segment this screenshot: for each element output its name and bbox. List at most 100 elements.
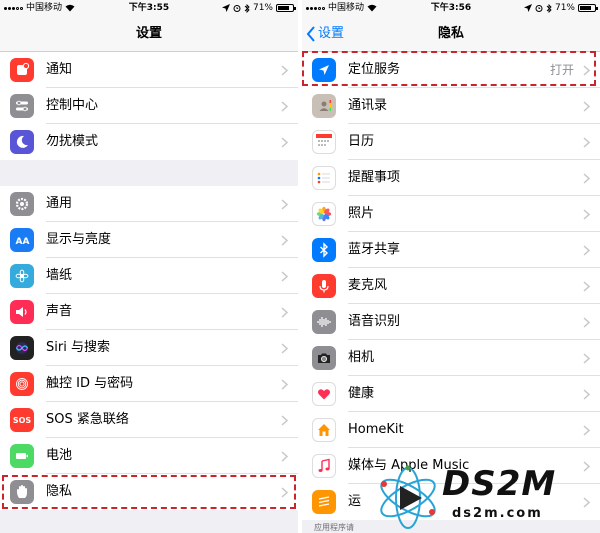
watermark: DS2M ds2m.com <box>372 462 600 533</box>
privacy-item-location-services[interactable]: 定位服务 打开 <box>302 52 600 88</box>
fingerprint-icon <box>10 372 34 396</box>
settings-group-1: 通知 控制中心 勿扰模式 <box>0 52 298 160</box>
settings-item-display[interactable]: AA 显示与亮度 <box>0 222 298 258</box>
location-icon <box>312 58 336 82</box>
privacy-item-label: 相机 <box>348 350 375 365</box>
settings-item-sounds[interactable]: 声音 <box>0 294 298 330</box>
settings-item-label: 通用 <box>46 196 73 211</box>
chevron-right-icon <box>583 389 590 400</box>
settings-item-touch-id[interactable]: 触控 ID 与密码 <box>0 366 298 402</box>
hand-icon <box>10 480 34 504</box>
chevron-right-icon <box>583 173 590 184</box>
privacy-item-label: 日历 <box>348 134 375 149</box>
bluetooth-status-icon <box>546 3 552 13</box>
privacy-item-label: 照片 <box>348 206 375 221</box>
battery-percent: 71% <box>252 3 273 13</box>
settings-item-do-not-disturb[interactable]: 勿扰模式 <box>0 124 298 160</box>
siri-icon <box>10 336 34 360</box>
chevron-right-icon <box>281 415 288 426</box>
settings-item-general[interactable]: 通用 <box>0 186 298 222</box>
microphone-icon <box>312 274 336 298</box>
wallpaper-icon <box>10 264 34 288</box>
privacy-item-label: 蓝牙共享 <box>348 242 401 257</box>
settings-item-wallpaper[interactable]: 墙纸 <box>0 258 298 294</box>
privacy-item-label: 语音识别 <box>348 314 401 329</box>
privacy-item-microphone[interactable]: 麦克风 <box>302 268 600 304</box>
display-icon: AA <box>10 228 34 252</box>
privacy-item-label: 通讯录 <box>348 98 388 113</box>
privacy-item-photos[interactable]: 照片 <box>302 196 600 232</box>
chevron-right-icon <box>281 271 288 282</box>
ds2m-logo-icon <box>380 465 436 529</box>
chevron-right-icon <box>583 317 590 328</box>
settings-item-emergency-sos[interactable]: SOS SOS 紧急联络 <box>0 402 298 438</box>
privacy-item-label: 健康 <box>348 386 375 401</box>
photos-icon <box>312 202 336 226</box>
chevron-right-icon <box>583 137 590 148</box>
watermark-brand: DS2M <box>442 464 557 504</box>
battery-percent: 71% <box>554 3 575 13</box>
chevron-right-icon <box>583 65 590 76</box>
settings-item-notifications[interactable]: 通知 <box>0 52 298 88</box>
privacy-item-calendars[interactable]: 日历 <box>302 124 600 160</box>
chevron-right-icon <box>281 235 288 246</box>
alarm-icon <box>535 5 543 12</box>
chevron-right-icon <box>281 101 288 112</box>
home-icon <box>312 418 336 442</box>
moon-icon <box>10 130 34 154</box>
settings-item-label: SOS 紧急联络 <box>46 412 129 427</box>
privacy-item-camera[interactable]: 相机 <box>302 340 600 376</box>
settings-item-privacy[interactable]: 隐私 <box>0 474 298 510</box>
settings-item-siri[interactable]: Siri 与搜索 <box>0 330 298 366</box>
settings-item-control-center[interactable]: 控制中心 <box>0 88 298 124</box>
status-bar: 中国移动 下午3:56 71% <box>302 0 600 16</box>
chevron-right-icon <box>583 425 590 436</box>
privacy-item-label: HomeKit <box>348 422 404 437</box>
privacy-item-reminders[interactable]: 提醒事项 <box>302 160 600 196</box>
speech-icon <box>312 310 336 334</box>
privacy-item-homekit[interactable]: HomeKit <box>302 412 600 448</box>
notification-icon <box>10 58 34 82</box>
chevron-right-icon <box>281 379 288 390</box>
chevron-right-icon <box>583 281 590 292</box>
privacy-item-label: 定位服务 <box>348 62 401 77</box>
privacy-item-bluetooth-sharing[interactable]: 蓝牙共享 <box>302 232 600 268</box>
section-footer: 应用程序请 <box>314 523 354 532</box>
chevron-right-icon <box>281 343 288 354</box>
reminders-icon <box>312 166 336 190</box>
control-center-icon <box>10 94 34 118</box>
battery-status-icon <box>276 4 296 12</box>
battery-icon <box>10 444 34 468</box>
settings-item-label: 触控 ID 与密码 <box>46 376 134 391</box>
svg-text:AA: AA <box>16 237 30 247</box>
settings-screen: 中国移动 下午3:55 71% 设置 通知 控制中心 勿扰模式 通用 AA 显示… <box>0 0 298 533</box>
gear-icon <box>10 192 34 216</box>
status-bar: 中国移动 下午3:55 71% <box>0 0 298 16</box>
privacy-item-health[interactable]: 健康 <box>302 376 600 412</box>
calendar-icon <box>312 130 336 154</box>
chevron-right-icon <box>583 245 590 256</box>
privacy-item-speech-recognition[interactable]: 语音识别 <box>302 304 600 340</box>
contacts-icon <box>312 94 336 118</box>
settings-item-label: 控制中心 <box>46 98 99 113</box>
settings-item-label: 隐私 <box>46 484 73 499</box>
health-icon <box>312 382 336 406</box>
camera-icon <box>312 346 336 370</box>
chevron-right-icon <box>583 101 590 112</box>
privacy-item-contacts[interactable]: 通讯录 <box>302 88 600 124</box>
chevron-right-icon <box>281 137 288 148</box>
settings-item-label: 墙纸 <box>46 268 73 283</box>
privacy-list: 定位服务 打开 通讯录 日历 提醒事项 照片 蓝牙共享 麦克风 语音识别 相机 … <box>302 52 600 520</box>
nav-bar: 设置 <box>0 16 298 52</box>
chevron-right-icon <box>281 307 288 318</box>
chevron-right-icon <box>281 65 288 76</box>
settings-item-label: 显示与亮度 <box>46 232 112 247</box>
watermark-url: ds2m.com <box>452 506 543 521</box>
settings-group-2: 通用 AA 显示与亮度 墙纸 声音 Siri 与搜索 触控 ID 与密码 SOS… <box>0 186 298 510</box>
settings-item-label: 电池 <box>46 448 73 463</box>
privacy-item-label: 提醒事项 <box>348 170 401 185</box>
page-title: 隐私 <box>437 26 464 41</box>
alarm-icon <box>233 5 241 12</box>
nav-bar: 设置 隐私 <box>302 16 600 52</box>
settings-item-battery[interactable]: 电池 <box>0 438 298 474</box>
